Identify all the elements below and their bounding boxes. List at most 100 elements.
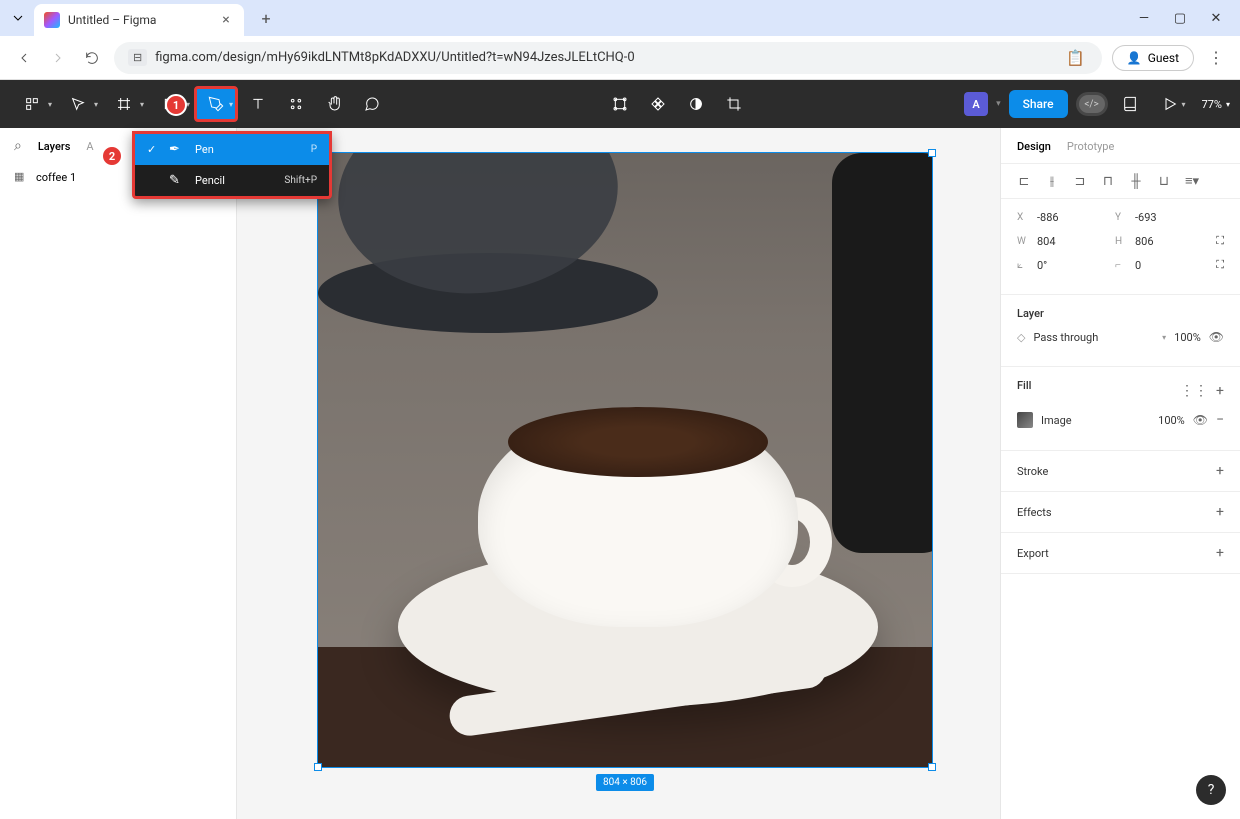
window-close-button[interactable]: ✕ (1208, 10, 1224, 26)
y-input[interactable]: -693 (1135, 211, 1205, 224)
pencil-icon: ✎ (169, 173, 185, 188)
move-tool[interactable]: ▾ (56, 86, 100, 122)
fill-swatch[interactable] (1017, 412, 1033, 428)
window-maximize-button[interactable]: ▢ (1172, 10, 1188, 26)
effects-section[interactable]: Effects + (1001, 492, 1240, 533)
remove-fill-icon[interactable]: − (1216, 412, 1224, 428)
fill-type[interactable]: Image (1041, 414, 1150, 427)
design-tab[interactable]: Design (1017, 140, 1051, 153)
x-input[interactable]: -886 (1037, 211, 1107, 224)
search-icon[interactable]: ⌕ (14, 138, 22, 154)
stroke-title: Stroke (1017, 465, 1048, 478)
back-button[interactable] (12, 46, 36, 70)
main-menu-button[interactable]: ▾ (10, 86, 54, 122)
rotation-label: ⟀ (1017, 260, 1029, 271)
chevron-down-icon: ▾ (1226, 100, 1230, 109)
independent-corners-icon[interactable]: ⛶ (1216, 258, 1224, 272)
rotation-input[interactable]: 0° (1037, 259, 1107, 272)
align-top-icon[interactable]: ⊓ (1101, 174, 1115, 188)
add-fill-icon[interactable]: + (1216, 383, 1224, 399)
pencil-label: Pencil (195, 174, 274, 187)
profile-button[interactable]: 👤 Guest (1112, 45, 1194, 71)
pen-label: Pen (195, 143, 301, 156)
browser-menu-button[interactable]: ⋮ (1204, 46, 1228, 70)
w-input[interactable]: 804 (1037, 235, 1107, 248)
chevron-down-icon: ▾ (1162, 333, 1166, 342)
browser-tab-strip: Untitled – Figma × + — ▢ ✕ (0, 0, 1240, 36)
help-button[interactable]: ? (1196, 775, 1226, 805)
distribute-icon[interactable]: ≡▾ (1185, 174, 1199, 188)
annotation-2: 2 (101, 145, 123, 167)
component-tool[interactable] (640, 86, 676, 122)
constrain-icon[interactable]: ⛶ (1216, 234, 1224, 248)
align-right-icon[interactable]: ⊐ (1073, 174, 1087, 188)
frame-tool[interactable]: ▾ (102, 86, 146, 122)
forward-button[interactable] (46, 46, 70, 70)
design-panel: Design Prototype ⊏ ⫲ ⊐ ⊓ ╫ ⊔ ≡▾ X -886 Y… (1000, 128, 1240, 819)
text-tool[interactable] (240, 86, 276, 122)
site-settings-icon[interactable]: ⊟ (128, 49, 147, 66)
pen-tool[interactable]: ▾ (194, 86, 238, 122)
align-left-icon[interactable]: ⊏ (1017, 174, 1031, 188)
selection-handle[interactable] (928, 149, 936, 157)
new-tab-button[interactable]: + (252, 4, 280, 32)
annotation-1: 1 (165, 94, 187, 116)
reload-button[interactable] (80, 46, 104, 70)
comment-tool[interactable] (354, 86, 390, 122)
stroke-section[interactable]: Stroke + (1001, 451, 1240, 492)
devmode-toggle[interactable]: </> (1076, 92, 1108, 116)
selection-handle[interactable] (314, 763, 322, 771)
fill-settings-icon[interactable]: ⋮⋮ (1180, 383, 1208, 399)
layer-opacity[interactable]: 100% (1174, 331, 1201, 344)
close-tab-icon[interactable]: × (218, 12, 234, 28)
assets-tab[interactable]: A (86, 140, 93, 153)
canvas[interactable]: 804 × 806 (237, 128, 1000, 819)
fill-section-title: Fill (1017, 379, 1172, 392)
prototype-tab[interactable]: Prototype (1067, 140, 1114, 153)
hand-tool[interactable] (316, 86, 352, 122)
clipboard-icon[interactable]: 📋 (1064, 46, 1088, 70)
align-center-v-icon[interactable]: ╫ (1129, 174, 1143, 188)
zoom-control[interactable]: 77%▾ (1202, 98, 1230, 111)
fill-visibility-icon[interactable]: 👁 (1193, 413, 1208, 427)
coffee-image-content (318, 153, 932, 767)
share-button[interactable]: Share (1009, 90, 1068, 118)
add-effect-icon[interactable]: + (1216, 504, 1224, 520)
corner-input[interactable]: 0 (1135, 259, 1205, 272)
effects-title: Effects (1017, 506, 1052, 519)
avatar-chevron-icon[interactable]: ▾ (996, 99, 1001, 109)
present-button[interactable]: ▾ (1152, 86, 1188, 122)
w-label: W (1017, 236, 1029, 247)
layers-panel: ⌕ Layers A ▦ coffee 1 (0, 128, 237, 819)
mask-tool[interactable] (678, 86, 714, 122)
layers-tab[interactable]: Layers (38, 140, 71, 153)
pen-option[interactable]: ✓ ✒ Pen P (135, 134, 329, 165)
blend-icon[interactable]: ◇ (1017, 331, 1025, 344)
edit-object-tool[interactable] (602, 86, 638, 122)
selected-image[interactable]: 804 × 806 (317, 152, 933, 768)
add-export-icon[interactable]: + (1216, 545, 1224, 561)
h-input[interactable]: 806 (1135, 235, 1205, 248)
selection-handle[interactable] (928, 763, 936, 771)
resources-tool[interactable] (278, 86, 314, 122)
align-bottom-icon[interactable]: ⊔ (1157, 174, 1171, 188)
url-input[interactable]: ⊟ figma.com/design/mHy69ikdLNTMt8pKdADXX… (114, 42, 1102, 74)
pen-icon: ✒ (169, 142, 185, 157)
user-avatar[interactable]: A (964, 92, 988, 116)
y-label: Y (1115, 212, 1127, 223)
layer-section-title: Layer (1017, 307, 1224, 320)
add-stroke-icon[interactable]: + (1216, 463, 1224, 479)
crop-tool[interactable] (716, 86, 752, 122)
library-icon[interactable] (1116, 86, 1144, 122)
guest-label: Guest (1148, 51, 1179, 65)
align-center-h-icon[interactable]: ⫲ (1045, 174, 1059, 188)
blend-mode[interactable]: Pass through (1033, 331, 1154, 344)
export-section[interactable]: Export + (1001, 533, 1240, 574)
visibility-icon[interactable]: 👁 (1209, 330, 1224, 344)
h-label: H (1115, 236, 1127, 247)
pencil-option[interactable]: ✎ Pencil Shift+P (135, 165, 329, 196)
window-minimize-button[interactable]: — (1136, 10, 1152, 26)
browser-tab[interactable]: Untitled – Figma × (34, 4, 244, 36)
tab-list-toggle[interactable] (8, 8, 28, 28)
fill-opacity[interactable]: 100% (1158, 414, 1185, 427)
